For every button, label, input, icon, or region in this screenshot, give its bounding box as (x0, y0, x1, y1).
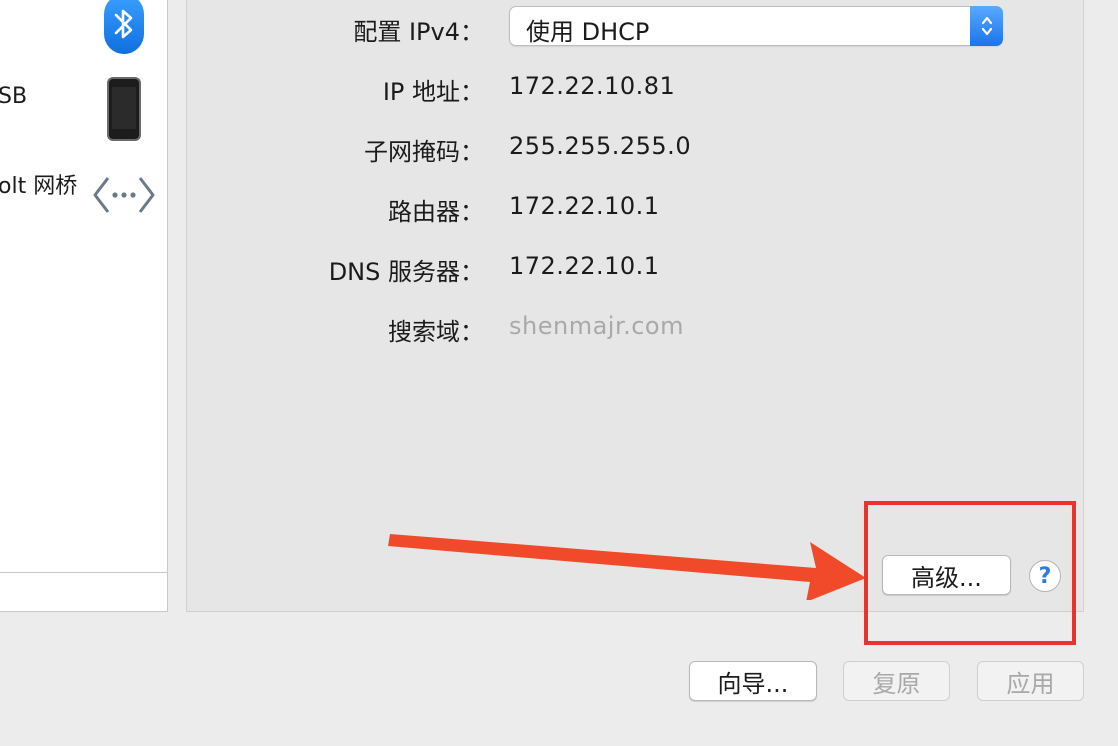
configure-ipv4-value: 使用 DHCP (526, 18, 650, 46)
subnet-mask-value: 255.255.255.0 (509, 132, 692, 160)
subnet-mask-label: 子网掩码： (364, 138, 484, 166)
service-label-thunderbolt-bridge[interactable]: olt 网桥 (0, 168, 77, 200)
dns-server-value: 172.22.10.1 (509, 252, 660, 280)
ip-address-value: 172.22.10.81 (509, 72, 676, 100)
assist-me-button[interactable]: 向导... (689, 661, 817, 701)
thunderbolt-bridge-icon[interactable] (92, 174, 156, 216)
select-stepper-icon (970, 6, 1003, 46)
revert-button[interactable]: 复原 (843, 661, 950, 701)
service-list[interactable]: SB olt 网桥 (0, 0, 168, 612)
router-label: 路由器： (388, 198, 484, 226)
search-domains-field[interactable]: shenmajr.com (509, 312, 684, 340)
search-domains-label: 搜索域： (388, 318, 484, 346)
sidebar-divider (0, 572, 168, 573)
service-label-iphone-usb[interactable]: SB (0, 84, 27, 109)
iphone-icon[interactable] (107, 77, 141, 141)
configure-ipv4-label: 配置 IPv4： (353, 18, 484, 46)
dns-server-label: DNS 服务器： (328, 258, 484, 286)
annotation-arrow (388, 534, 866, 600)
router-value: 172.22.10.1 (509, 192, 660, 220)
ip-address-label: IP 地址： (382, 78, 484, 106)
configure-ipv4-select[interactable]: 使用 DHCP (509, 6, 1003, 46)
advanced-button[interactable]: 高级... (882, 555, 1011, 595)
apply-button[interactable]: 应用 (977, 661, 1084, 701)
bluetooth-icon[interactable] (104, 0, 144, 54)
help-button[interactable]: ? (1029, 560, 1061, 592)
